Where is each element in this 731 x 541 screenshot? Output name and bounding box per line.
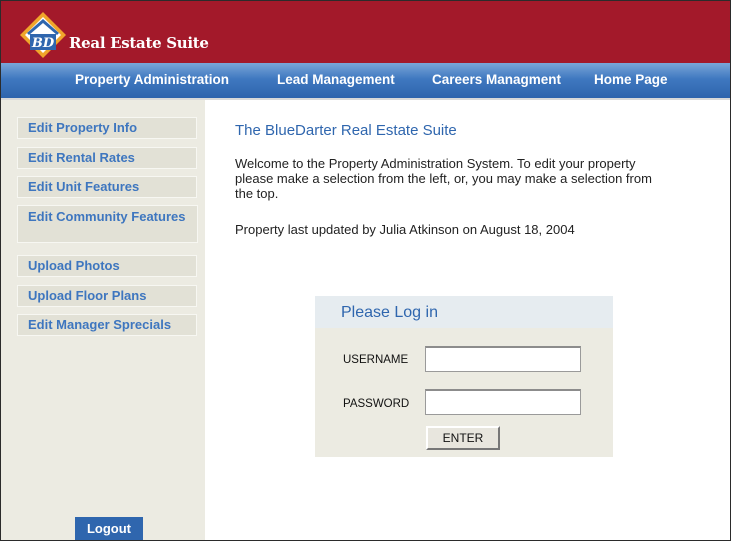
nav-home-page[interactable]: Home Page: [594, 72, 668, 87]
nav-lead-management[interactable]: Lead Management: [277, 72, 395, 87]
bluedarter-logo-icon: BD: [20, 12, 66, 58]
login-panel-header: Please Log in: [315, 296, 613, 328]
password-label: PASSWORD: [343, 398, 410, 410]
logout-button[interactable]: Logout: [75, 517, 143, 540]
login-title: Please Log in: [341, 304, 438, 321]
sidebar-item-edit-community-features[interactable]: Edit Community Features: [17, 205, 198, 243]
page-title: The BlueDarter Real Estate Suite: [235, 122, 457, 139]
logo-text: BD: [31, 36, 55, 51]
sidebar-item-edit-rental-rates[interactable]: Edit Rental Rates: [17, 147, 197, 169]
login-panel: Please Log in USERNAME PASSWORD ENTER: [315, 296, 613, 457]
nav-property-administration[interactable]: Property Administration: [75, 72, 229, 87]
sidebar-item-edit-property-info[interactable]: Edit Property Info: [17, 117, 197, 139]
username-input[interactable]: [425, 346, 581, 372]
sidebar-item-upload-floor-plans[interactable]: Upload Floor Plans: [17, 285, 197, 307]
sidebar-item-edit-manager-specials[interactable]: Edit Manager Sprecials: [17, 314, 197, 336]
sidebar-item-upload-photos[interactable]: Upload Photos: [17, 255, 197, 277]
top-nav: Property Administration Lead Management …: [1, 63, 730, 100]
last-updated-text: Property last updated by Julia Atkinson …: [235, 222, 575, 237]
password-input[interactable]: [425, 389, 581, 415]
nav-careers-management[interactable]: Careers Managment: [432, 72, 561, 87]
app-frame: BD Real Estate Suite Property Administra…: [0, 0, 731, 541]
sidebar-item-edit-unit-features[interactable]: Edit Unit Features: [17, 176, 197, 198]
username-label: USERNAME: [343, 354, 409, 366]
brand-name[interactable]: Real Estate Suite: [69, 34, 209, 52]
welcome-text: Welcome to the Property Administration S…: [235, 156, 652, 201]
enter-button[interactable]: ENTER: [426, 426, 500, 450]
header-bar: BD Real Estate Suite: [1, 1, 730, 63]
